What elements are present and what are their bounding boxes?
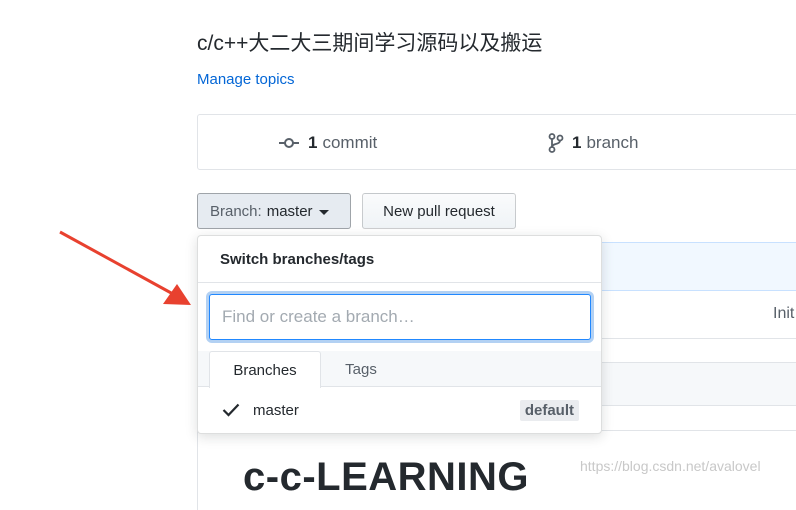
- dropdown-title: Switch branches/tags: [220, 251, 375, 268]
- git-branch-icon: [548, 133, 564, 153]
- manage-topics-link[interactable]: Manage topics: [197, 71, 295, 88]
- git-commit-icon: [279, 138, 299, 148]
- branch-current: master: [266, 202, 313, 220]
- commit-tease-bar: [600, 242, 796, 291]
- watermark: https://blog.csdn.net/avalovel: [580, 458, 761, 474]
- commits-count: 1: [308, 133, 318, 152]
- dropdown-header: Switch branches/tags: [198, 236, 601, 283]
- branch-filter-input[interactable]: [209, 294, 591, 340]
- branches-label: branch: [586, 133, 639, 152]
- new-pull-request-button[interactable]: New pull request: [362, 193, 516, 229]
- file-row: [600, 291, 796, 339]
- branch-dropdown-menu: Switch branches/tags Branches Tags maste…: [197, 235, 602, 434]
- branch-prefix: Branch:: [210, 202, 262, 220]
- annotation-arrow-icon: [59, 230, 191, 305]
- repo-description: c/c++大二大三期间学习源码以及搬运: [197, 32, 543, 55]
- tab-branches[interactable]: Branches: [209, 351, 321, 388]
- readme-header-bar: [600, 362, 796, 406]
- caret-down-icon: [318, 209, 329, 215]
- commit-message-partial[interactable]: Init: [773, 305, 794, 323]
- tab-tags[interactable]: Tags: [322, 351, 400, 387]
- default-badge: default: [519, 400, 579, 421]
- dropdown-tabs: Branches Tags: [198, 351, 601, 388]
- branch-item-master[interactable]: master default: [198, 387, 601, 434]
- commits-label: commit: [322, 133, 378, 152]
- branch-select-button[interactable]: Branch: master: [197, 193, 351, 229]
- readme-title: c-c-LEARNING: [243, 455, 530, 499]
- repo-stats-bar: 1 commit 1 branch: [197, 114, 796, 170]
- branch-item-label: master: [253, 402, 299, 419]
- branches-link[interactable]: 1 branch: [548, 115, 638, 171]
- branches-count: 1: [572, 133, 582, 152]
- commits-link[interactable]: 1 commit: [278, 115, 377, 171]
- check-icon: [222, 403, 240, 417]
